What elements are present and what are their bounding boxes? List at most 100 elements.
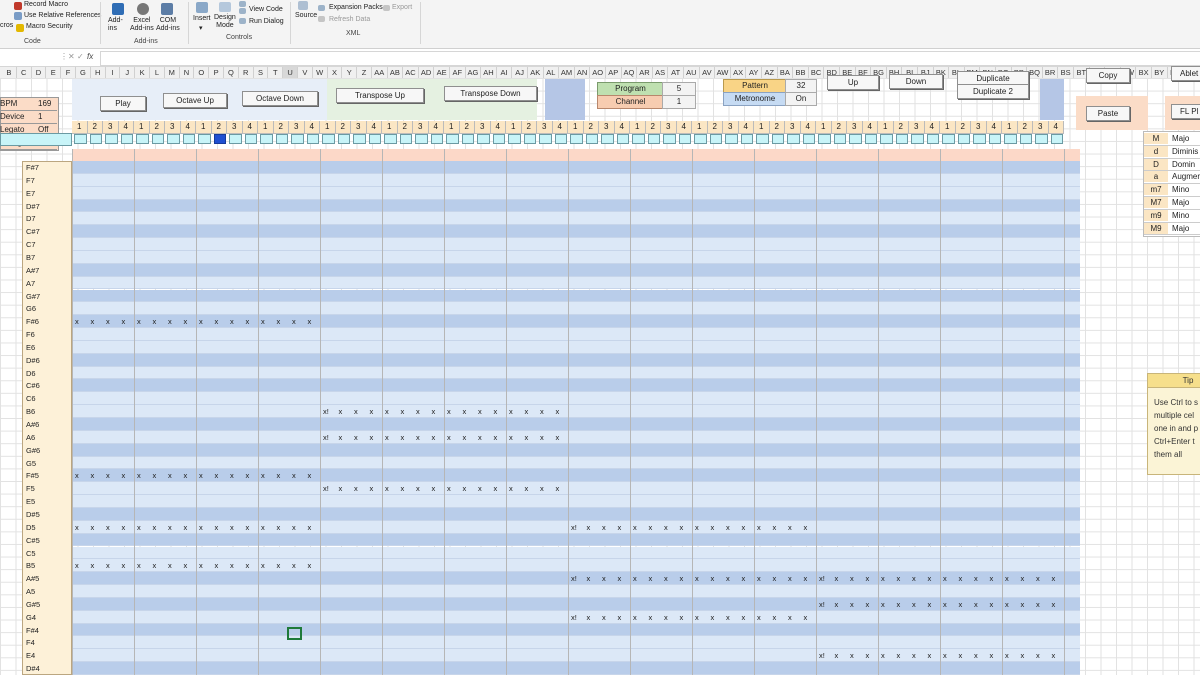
note-mark[interactable]: x bbox=[726, 521, 730, 534]
xml-source-button[interactable]: Source bbox=[295, 12, 317, 19]
note-mark[interactable]: x bbox=[850, 572, 854, 585]
note-mark[interactable]: x bbox=[106, 315, 110, 328]
column-header-t[interactable]: T bbox=[268, 67, 284, 78]
note-mark[interactable]: x bbox=[75, 469, 79, 482]
view-code-button[interactable]: View Code bbox=[249, 6, 283, 13]
step-cell[interactable] bbox=[554, 134, 567, 144]
note-mark[interactable]: x bbox=[509, 405, 513, 418]
step-cell[interactable] bbox=[136, 134, 149, 144]
note-mark[interactable]: x bbox=[354, 431, 358, 444]
note-row[interactable] bbox=[72, 340, 1080, 354]
note-mark[interactable]: x bbox=[494, 482, 498, 495]
note-mark[interactable]: x bbox=[199, 469, 203, 482]
column-header-n[interactable]: N bbox=[180, 67, 195, 78]
column-header-af[interactable]: AF bbox=[450, 67, 466, 78]
note-mark[interactable]: x bbox=[943, 572, 947, 585]
column-header-aw[interactable]: AW bbox=[715, 67, 731, 78]
channel-value[interactable]: 1 bbox=[662, 95, 696, 109]
note-mark[interactable]: x! bbox=[323, 431, 329, 444]
note-row[interactable] bbox=[72, 546, 1080, 560]
run-dialog-button[interactable]: Run Dialog bbox=[249, 18, 284, 25]
transpose-up-button[interactable]: Transpose Up bbox=[336, 88, 424, 103]
note-mark[interactable]: x bbox=[804, 611, 808, 624]
column-header-ap[interactable]: AP bbox=[606, 67, 622, 78]
note-mark[interactable]: x bbox=[959, 572, 963, 585]
copy-button[interactable]: Copy bbox=[1086, 68, 1130, 83]
note-mark[interactable]: x! bbox=[819, 572, 825, 585]
step-cell[interactable] bbox=[461, 134, 474, 144]
note-mark[interactable]: x bbox=[292, 469, 296, 482]
note-mark[interactable]: x bbox=[122, 315, 126, 328]
note-mark[interactable]: x bbox=[556, 482, 560, 495]
note-mark[interactable]: x bbox=[261, 559, 265, 572]
note-mark[interactable]: x bbox=[773, 572, 777, 585]
note-mark[interactable]: x bbox=[897, 649, 901, 662]
note-mark[interactable]: x bbox=[664, 572, 668, 585]
note-mark[interactable]: x bbox=[91, 521, 95, 534]
step-cell[interactable] bbox=[833, 134, 846, 144]
step-cell[interactable] bbox=[260, 134, 273, 144]
column-header-az[interactable]: AZ bbox=[762, 67, 778, 78]
note-mark[interactable]: x bbox=[757, 521, 761, 534]
column-header-ba[interactable]: BA bbox=[778, 67, 794, 78]
step-cell[interactable] bbox=[151, 134, 164, 144]
note-row[interactable] bbox=[72, 392, 1080, 406]
note-mark[interactable]: x bbox=[757, 611, 761, 624]
note-row[interactable] bbox=[72, 161, 1080, 174]
column-header-by[interactable]: BY bbox=[1152, 67, 1168, 78]
step-cell[interactable] bbox=[1050, 134, 1063, 144]
note-row[interactable] bbox=[72, 418, 1080, 431]
column-header-ad[interactable]: AD bbox=[419, 67, 435, 78]
formula-bar-menu-icon[interactable]: ⋮ bbox=[60, 52, 68, 61]
column-header-i[interactable]: I bbox=[106, 67, 121, 78]
note-mark[interactable]: x bbox=[959, 598, 963, 611]
note-mark[interactable]: x bbox=[277, 559, 281, 572]
enter-icon[interactable]: ✓ bbox=[77, 52, 84, 61]
note-row[interactable] bbox=[72, 276, 1080, 290]
column-header-j[interactable]: J bbox=[120, 67, 136, 78]
column-header-y[interactable]: Y bbox=[342, 67, 358, 78]
column-header-z[interactable]: Z bbox=[357, 67, 372, 78]
note-row[interactable] bbox=[72, 443, 1080, 457]
note-mark[interactable]: x bbox=[618, 572, 622, 585]
column-header-x[interactable]: X bbox=[328, 67, 343, 78]
step-cell[interactable] bbox=[213, 134, 226, 144]
note-mark[interactable]: x bbox=[370, 405, 374, 418]
note-mark[interactable]: x bbox=[184, 521, 188, 534]
note-mark[interactable]: x bbox=[726, 611, 730, 624]
step-cell[interactable] bbox=[942, 134, 955, 144]
note-mark[interactable]: x bbox=[277, 521, 281, 534]
column-header-ag[interactable]: AG bbox=[466, 67, 482, 78]
column-header-bc[interactable]: BC bbox=[809, 67, 825, 78]
note-mark[interactable]: x bbox=[215, 559, 219, 572]
column-header-ao[interactable]: AO bbox=[590, 67, 606, 78]
step-cell[interactable] bbox=[89, 134, 102, 144]
step-cell[interactable] bbox=[849, 134, 862, 144]
note-mark[interactable]: x bbox=[912, 598, 916, 611]
note-mark[interactable]: x bbox=[106, 469, 110, 482]
step-cell[interactable] bbox=[539, 134, 552, 144]
step-cell[interactable] bbox=[322, 134, 335, 144]
step-cell[interactable] bbox=[306, 134, 319, 144]
column-header-aq[interactable]: AQ bbox=[622, 67, 638, 78]
note-mark[interactable]: x bbox=[199, 315, 203, 328]
note-mark[interactable]: x bbox=[835, 572, 839, 585]
note-mark[interactable]: x bbox=[385, 405, 389, 418]
octave-down-button[interactable]: Octave Down bbox=[242, 91, 318, 106]
note-mark[interactable]: x bbox=[447, 482, 451, 495]
column-header-br[interactable]: BR bbox=[1043, 67, 1059, 78]
note-mark[interactable]: x! bbox=[323, 405, 329, 418]
note-mark[interactable]: x bbox=[354, 482, 358, 495]
column-header-m[interactable]: M bbox=[165, 67, 180, 78]
note-mark[interactable]: x bbox=[928, 598, 932, 611]
step-cell[interactable] bbox=[585, 134, 598, 144]
note-mark[interactable]: x bbox=[990, 649, 994, 662]
column-header-aj[interactable]: AJ bbox=[512, 67, 528, 78]
note-mark[interactable]: x bbox=[1052, 598, 1056, 611]
note-row[interactable] bbox=[72, 495, 1080, 508]
note-mark[interactable]: x bbox=[106, 559, 110, 572]
note-mark[interactable]: x bbox=[866, 598, 870, 611]
note-mark[interactable]: x bbox=[308, 521, 312, 534]
step-cell[interactable] bbox=[105, 134, 118, 144]
paste-button-face[interactable]: Paste bbox=[1086, 106, 1130, 121]
